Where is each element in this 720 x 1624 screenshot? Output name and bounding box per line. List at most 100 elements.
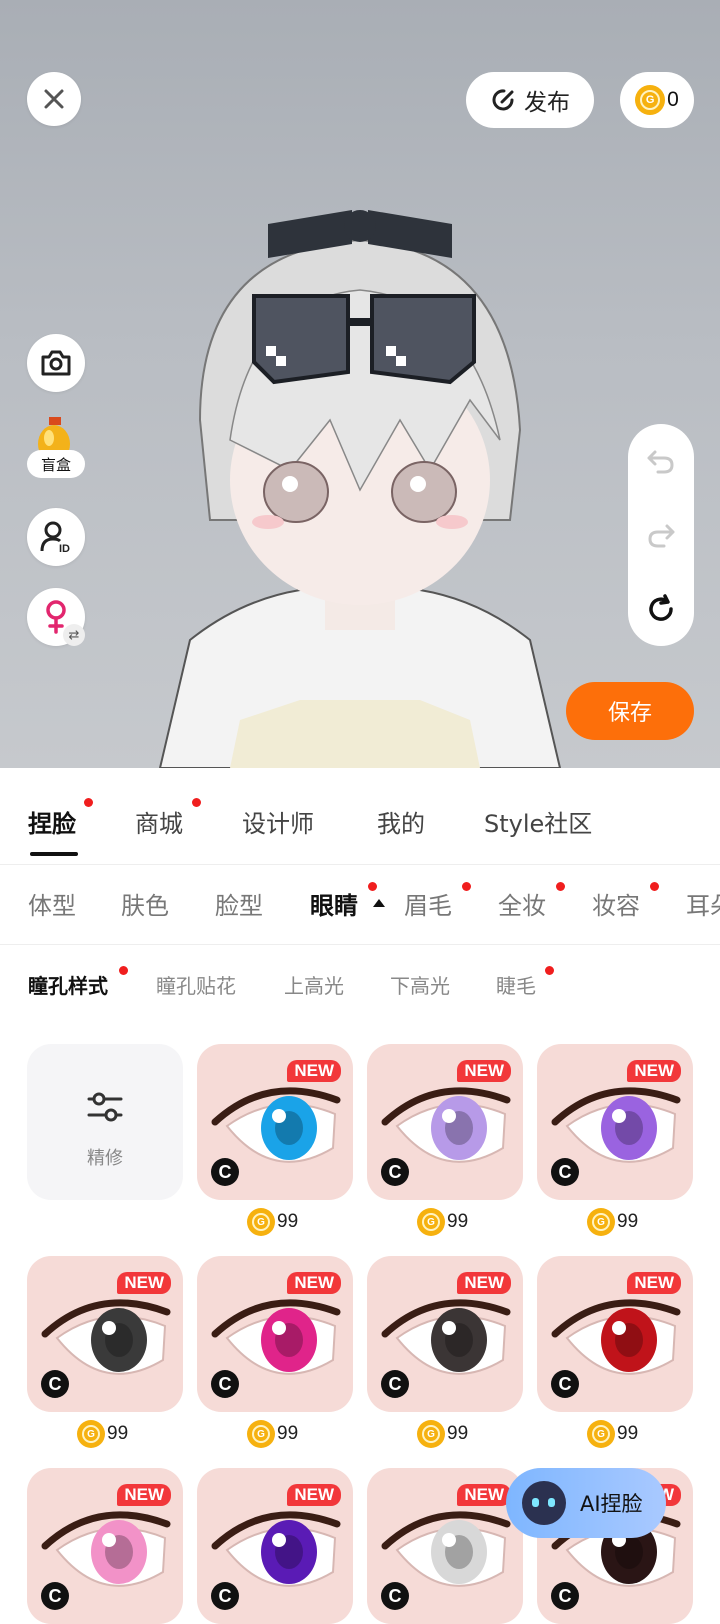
copyright-icon: C (211, 1158, 239, 1186)
new-badge: NEW (117, 1272, 171, 1294)
ai-face-label: AI捏脸 (580, 1492, 643, 1516)
user-id-icon: ID (40, 521, 70, 554)
history-panel (628, 424, 694, 646)
publish-label: 发布 (524, 90, 570, 116)
tab-mine[interactable]: 我的 (377, 804, 425, 839)
price-value: 99 (617, 1423, 639, 1444)
new-badge: NEW (457, 1060, 511, 1082)
refine-label: 精修 (87, 1148, 123, 1169)
pupil-style-card[interactable]: NEW C (367, 1468, 523, 1624)
copyright-icon: C (381, 1158, 409, 1186)
pupil-style-card[interactable]: NEW C (197, 1256, 353, 1412)
avatar-stage[interactable]: 发布 G 0 盲盒 ID ⇄ 保存 (0, 0, 720, 768)
subtab-eyes[interactable]: 眼睛 (310, 886, 358, 921)
new-badge: NEW (627, 1060, 681, 1082)
avatar-id-button[interactable]: ID (27, 508, 85, 566)
blindbox-button[interactable]: 盲盒 (27, 414, 85, 486)
coin-icon: G (247, 1420, 275, 1448)
thirdtab-pupil-style-dot (119, 966, 128, 975)
sliders-icon (87, 1092, 123, 1122)
camera-icon (41, 350, 71, 376)
tab-designer[interactable]: 设计师 (242, 804, 314, 839)
coin-icon: G (417, 1420, 445, 1448)
subtab-face-shape[interactable]: 脸型 (215, 886, 263, 921)
coin-mark: G (422, 1425, 440, 1443)
coin-mark: G (592, 1213, 610, 1231)
copyright-icon: C (381, 1370, 409, 1398)
coin-icon: G (587, 1208, 615, 1236)
price-value: 99 (277, 1211, 299, 1232)
subtab-skin[interactable]: 肤色 (121, 886, 169, 921)
price-value: 99 (107, 1423, 129, 1444)
thirdtab-lashes[interactable]: 睫毛 (496, 970, 536, 999)
close-button[interactable] (27, 72, 81, 126)
pupil-style-card[interactable]: NEW C (367, 1256, 523, 1412)
coin-mark: G (640, 90, 661, 110)
price-tag: G 99 (587, 1420, 638, 1448)
thirdtab-lower-highlight[interactable]: 下高光 (390, 970, 450, 999)
subtab-brows-dot (462, 882, 471, 891)
camera-button[interactable] (27, 334, 85, 392)
coin-balance[interactable]: G 0 (620, 72, 694, 128)
svg-text:ID: ID (59, 543, 70, 554)
price-tag: G 99 (417, 1420, 468, 1448)
avatar-preview (158, 210, 562, 768)
tab-style-community[interactable]: Style社区 (484, 804, 592, 839)
subtab-ears[interactable]: 耳朵 (686, 886, 720, 921)
main-tabs: 捏脸 商城 设计师 我的 Style社区 (0, 768, 720, 865)
price-value: 99 (277, 1423, 299, 1444)
new-badge: NEW (287, 1484, 341, 1506)
undo-icon[interactable] (646, 446, 676, 476)
coin-icon: G (587, 1420, 615, 1448)
copyright-icon: C (551, 1158, 579, 1186)
thirdtab-pupil-style[interactable]: 瞳孔样式 (28, 970, 108, 999)
new-badge: NEW (457, 1484, 511, 1506)
subtab-body[interactable]: 体型 (28, 886, 76, 921)
tab-active-underline (30, 852, 78, 856)
thirdtab-upper-highlight[interactable]: 上高光 (284, 970, 344, 999)
tab-mall[interactable]: 商城 (135, 804, 183, 839)
gender-switch-button[interactable]: ⇄ (27, 588, 85, 646)
pupil-style-card[interactable]: NEW C (27, 1256, 183, 1412)
copyright-icon: C (41, 1370, 69, 1398)
copyright-icon: C (551, 1582, 579, 1610)
redo-icon[interactable] (646, 520, 676, 550)
subtab-full-makeup-dot (556, 882, 565, 891)
ai-face-button[interactable]: AI捏脸 (506, 1468, 666, 1538)
pupil-style-card[interactable]: NEW C (537, 1044, 693, 1200)
pupil-style-card[interactable]: NEW C (197, 1044, 353, 1200)
subtab-full-makeup[interactable]: 全妆 (498, 886, 546, 921)
save-button[interactable]: 保存 (566, 682, 694, 740)
refine-card[interactable]: 精修 (27, 1044, 183, 1200)
swap-icon: ⇄ (63, 624, 85, 646)
copyright-icon: C (381, 1582, 409, 1610)
copyright-icon: C (211, 1370, 239, 1398)
price-value: 99 (617, 1211, 639, 1232)
pupil-style-card[interactable]: NEW C (197, 1468, 353, 1624)
price-tag: G 99 (247, 1420, 298, 1448)
coin-icon: G (247, 1208, 275, 1236)
pupil-style-card[interactable]: NEW C (537, 1256, 693, 1412)
copyright-icon: C (551, 1370, 579, 1398)
coin-mark: G (422, 1213, 440, 1231)
reset-icon[interactable] (646, 594, 676, 624)
pupil-style-card[interactable]: NEW C (367, 1044, 523, 1200)
thirdtab-pupil-decal[interactable]: 瞳孔贴花 (156, 970, 236, 999)
subtab-makeup-dot (650, 882, 659, 891)
thirdtab-lashes-dot (545, 966, 554, 975)
robot-icon (522, 1481, 566, 1525)
price-tag: G 99 (417, 1208, 468, 1236)
subtab-makeup[interactable]: 妆容 (592, 886, 640, 921)
subtab-brows[interactable]: 眉毛 (404, 886, 452, 921)
pupil-style-card[interactable]: NEW C (27, 1468, 183, 1624)
price-value: 99 (447, 1211, 469, 1232)
coin-mark: G (252, 1213, 270, 1231)
new-badge: NEW (287, 1060, 341, 1082)
category-tabs: 体型 肤色 脸型 眼睛 眉毛 全妆 妆容 耳朵 (0, 866, 720, 945)
tab-face[interactable]: 捏脸 (28, 804, 76, 839)
coin-mark: G (592, 1425, 610, 1443)
price-tag: G 99 (247, 1208, 298, 1236)
coin-mark: G (252, 1425, 270, 1443)
publish-button[interactable]: 发布 (466, 72, 594, 128)
blindbox-label-pill: 盲盒 (27, 450, 85, 478)
